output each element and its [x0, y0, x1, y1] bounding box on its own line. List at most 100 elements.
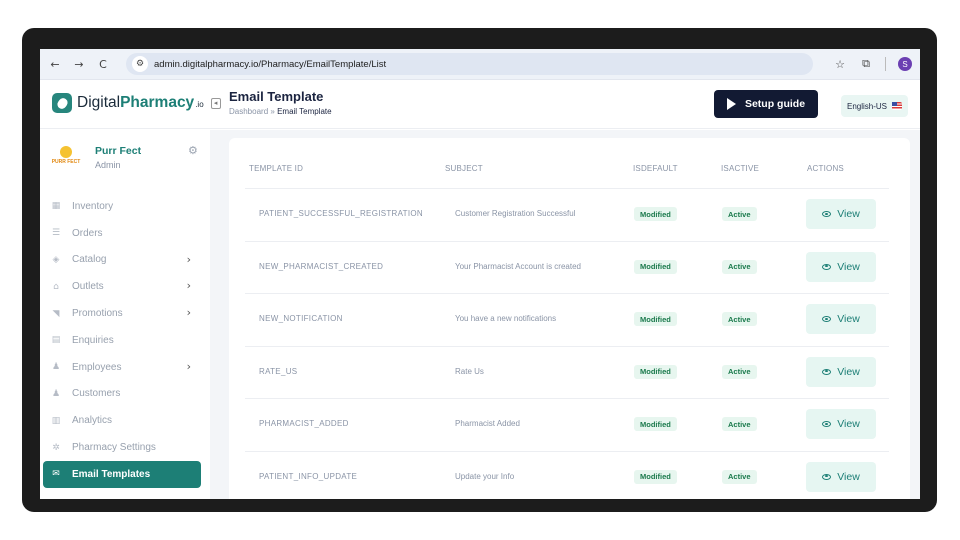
- catalog-icon: ◈: [52, 254, 60, 265]
- isdefault-badge: Modified: [634, 312, 677, 326]
- table-row: PHARMACIST_ADDED Pharmacist Added Modified…: [245, 398, 889, 451]
- template-id: NEW_PHARMACIST_CREATED: [259, 261, 384, 271]
- sidebar-item-analytics[interactable]: ▥ Analytics: [43, 407, 201, 434]
- breadcrumb-dashboard[interactable]: Dashboard: [229, 107, 268, 116]
- sidebar-item-label: Enquiries: [72, 334, 114, 346]
- chevron-right-icon[interactable]: ›: [187, 279, 191, 292]
- isactive-badge: Active: [722, 207, 757, 221]
- table-row: PATIENT_INFO_UPDATE Update your Info Modif…: [245, 450, 889, 500]
- sidebar-item-employees[interactable]: ♟ Employees ›: [43, 354, 201, 381]
- view-button[interactable]: View: [806, 251, 876, 282]
- chevron-right-icon[interactable]: ›: [187, 306, 191, 319]
- customers-icon: ♟: [51, 388, 61, 399]
- settings-icon: ✲: [52, 442, 60, 453]
- eye-icon: [822, 421, 832, 427]
- sidebar-item-catalog[interactable]: ◈ Catalog ›: [43, 247, 201, 274]
- chevron-right-icon[interactable]: ›: [187, 253, 191, 266]
- star-icon[interactable]: ☆: [833, 58, 847, 71]
- view-button[interactable]: View: [806, 199, 876, 229]
- header-template-id: TEMPLATE ID: [249, 164, 304, 173]
- toolbar-divider: [885, 57, 886, 71]
- gear-icon[interactable]: ⚙: [188, 144, 198, 157]
- breadcrumb-current: Email Template: [277, 107, 332, 116]
- view-button[interactable]: View: [806, 304, 876, 334]
- store-avatar: PURR FECT: [50, 146, 82, 172]
- template-id: RATE_US: [259, 366, 298, 376]
- table-row: NEW_NOTIFICATION You have a new notificat…: [245, 293, 889, 346]
- sidebar-item-label: Email Templates: [72, 468, 151, 480]
- browser-window: ← → C ⚙ admin.digitalpharmacy.io/Pharmac…: [40, 49, 920, 499]
- template-subject: Rate Us: [455, 366, 484, 376]
- view-label: View: [837, 313, 860, 325]
- isactive-badge: Active: [722, 417, 757, 431]
- brand-logo[interactable]: DigitalPharmacy.io ◂: [52, 93, 221, 113]
- sidebar-item-label: Customers: [72, 388, 121, 400]
- collapse-sidebar-icon[interactable]: ◂: [210, 97, 221, 109]
- site-info-icon[interactable]: ⚙: [132, 56, 148, 72]
- sidebar-item-label: Outlets: [72, 281, 104, 293]
- logo-text: DigitalPharmacy.io: [77, 94, 204, 111]
- template-subject: Your Pharmacist Account is created: [455, 261, 581, 271]
- setup-guide-button[interactable]: Setup guide: [714, 90, 818, 118]
- templates-table: TEMPLATE ID SUBJECT ISDEFAULT ISACTIVE A…: [229, 138, 910, 499]
- user-role: Admin: [95, 160, 121, 170]
- forward-icon[interactable]: →: [72, 58, 86, 71]
- reload-icon[interactable]: C: [96, 58, 110, 71]
- us-flag-icon: [892, 102, 902, 110]
- language-label: English-US: [846, 101, 887, 111]
- template-id: PHARMACIST_ADDED: [259, 419, 349, 428]
- inventory-icon: ▦: [51, 201, 61, 212]
- template-id: PATIENT_SUCCESSFUL_REGISTRATION: [259, 209, 423, 218]
- analytics-icon: ▥: [51, 415, 61, 426]
- employees-icon: ♟: [51, 362, 61, 373]
- template-subject: Pharmacist Added: [455, 419, 520, 428]
- table-row: RATE_US Rate Us Modified Active View: [245, 345, 889, 399]
- url-text[interactable]: admin.digitalpharmacy.io/Pharmacy/EmailT…: [154, 59, 386, 70]
- template-subject: You have a new notifications: [455, 314, 557, 323]
- sidebar-item-label: Catalog: [72, 254, 107, 266]
- eye-icon: [822, 263, 832, 270]
- view-button[interactable]: View: [806, 409, 876, 439]
- extensions-icon[interactable]: ⧉: [859, 57, 873, 71]
- sidebar-item-promotions[interactable]: ◥ Promotions ›: [43, 300, 201, 327]
- mail-icon: ✉: [52, 469, 60, 480]
- paw-logo-icon: [60, 146, 72, 158]
- view-label: View: [837, 365, 860, 378]
- sidebar-item-outlets[interactable]: ⌂ Outlets ›: [43, 273, 201, 300]
- address-bar[interactable]: ⚙ admin.digitalpharmacy.io/Pharmacy/Emai…: [126, 53, 813, 75]
- eye-icon: [822, 473, 832, 480]
- language-selector[interactable]: English-US: [841, 95, 908, 117]
- profile-avatar[interactable]: S: [898, 57, 912, 71]
- promotions-icon: ◥: [52, 308, 60, 319]
- eye-icon: [822, 316, 832, 322]
- sidebar-item-enquiries[interactable]: ▤ Enquiries: [43, 327, 201, 354]
- isactive-badge: Active: [722, 469, 757, 484]
- template-id: PATIENT_INFO_UPDATE: [259, 471, 358, 481]
- template-subject: Update your Info: [455, 471, 515, 481]
- view-button[interactable]: View: [806, 461, 876, 492]
- back-icon[interactable]: ←: [48, 58, 62, 71]
- isdefault-badge: Modified: [634, 469, 677, 484]
- store-name: Purr Fect: [95, 145, 142, 157]
- sidebar-item-label: Promotions: [72, 308, 123, 320]
- enquiries-icon: ▤: [51, 335, 61, 346]
- breadcrumb: Dashboard » Email Template: [229, 107, 332, 116]
- header-actions: ACTIONS: [807, 164, 844, 173]
- sidebar-item-label: Employees: [72, 361, 122, 373]
- setup-guide-label: Setup guide: [744, 98, 806, 110]
- sidebar-item-email-templates[interactable]: ✉ Email Templates: [43, 460, 201, 488]
- app-header: DigitalPharmacy.io ◂ Email Template Dash…: [40, 80, 920, 129]
- breadcrumb-separator: »: [270, 107, 275, 116]
- sidebar-item-inventory[interactable]: ▦ Inventory: [43, 193, 201, 220]
- table-row: PATIENT_SUCCESSFUL_REGISTRATION Customer …: [245, 188, 889, 241]
- sidebar-item-orders[interactable]: ☰ Orders: [43, 220, 201, 247]
- orders-icon: ☰: [51, 228, 61, 239]
- store-logo-text: PURR FECT: [51, 159, 81, 165]
- sidebar-item-pharmacy-settings[interactable]: ✲ Pharmacy Settings: [43, 434, 201, 461]
- eye-icon: [822, 211, 832, 217]
- sidebar-item-label: Analytics: [72, 415, 113, 427]
- view-button[interactable]: View: [806, 356, 876, 387]
- sidebar-item-customers[interactable]: ♟ Customers: [43, 381, 201, 408]
- header-isdefault: ISDEFAULT: [633, 164, 678, 173]
- chevron-right-icon[interactable]: ›: [187, 360, 191, 373]
